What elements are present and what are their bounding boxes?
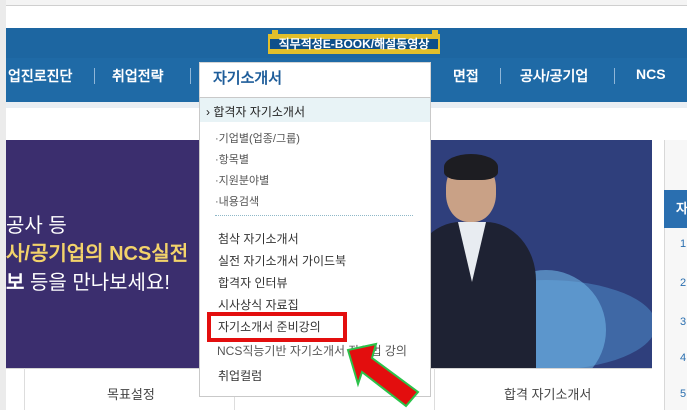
tab-goal-setting[interactable]: 목표설정 — [107, 384, 155, 403]
highlight-box — [207, 312, 347, 342]
hero-text-line2: 사/공기업의 NCS실전 — [6, 243, 189, 265]
hero-text-line1: 공사 등 — [6, 215, 67, 237]
nav-item-career-diagnosis[interactable]: 업진로진단 — [8, 66, 72, 86]
nav-item-public-corp[interactable]: 공사/공기업 — [520, 66, 588, 86]
dropdown-subitem-search[interactable]: ·내용검색 — [215, 193, 259, 209]
dropdown-item-job-column[interactable]: 취업컬럼 — [218, 367, 262, 384]
nav-item-job-strategy[interactable]: 취업전략 — [112, 66, 164, 86]
hero-text-rest: 등을 만나보세요! — [24, 272, 170, 294]
tab-pass-cover-letter[interactable]: 합격 자기소개서 — [504, 384, 591, 403]
dropdown-divider — [215, 215, 413, 216]
side-rank-number: 3 — [680, 316, 687, 328]
businessman-hair — [444, 154, 498, 180]
nav-divider — [500, 68, 501, 84]
promo-banner-label: 직무적성E-BOOK/해설동영상 — [278, 37, 430, 51]
dropdown-subitem-by-company[interactable]: ·기업별(업종/그룹) — [215, 130, 300, 146]
dropdown-item-current-affairs[interactable]: 시사상식 자료집 — [218, 296, 299, 313]
side-rank-number: 5 — [680, 388, 687, 400]
promo-banner[interactable]: 직무적성E-BOOK/해설동영상 — [268, 34, 440, 54]
red-arrow-icon — [346, 342, 420, 408]
dropdown-item-edited-cover-letters[interactable]: 첨삭 자기소개서 — [218, 230, 299, 247]
nav-item-ncs[interactable]: NCS — [636, 66, 666, 82]
dropdown-title[interactable]: 자기소개서 — [213, 67, 282, 88]
side-rank-number: 1 — [680, 238, 687, 250]
side-panel — [664, 140, 687, 410]
nav-divider — [94, 68, 95, 84]
nav-divider — [614, 68, 615, 84]
nav-item-interview[interactable]: 면접 — [453, 66, 479, 86]
dropdown-subitem-by-question[interactable]: ·항목별 — [215, 151, 249, 167]
hero-text-line3: 보 등을 만나보세요! — [6, 266, 170, 295]
dropdown-item-interviews[interactable]: 합격자 인터뷰 — [218, 274, 288, 291]
dropdown-item-guidebook[interactable]: 실전 자기소개서 가이드북 — [218, 252, 346, 269]
hero-text-bold: 보 — [6, 272, 25, 294]
nav-divider — [190, 68, 191, 84]
side-panel-header[interactable]: 자 — [664, 190, 687, 228]
top-strip — [6, 6, 687, 28]
side-rank-number: 2 — [680, 277, 687, 289]
side-rank-number: 4 — [680, 352, 687, 364]
dropdown-item-pass-label: › 합격자 자기소개서 — [206, 105, 305, 119]
dropdown-subitem-by-field[interactable]: ·지원분야별 — [215, 172, 269, 188]
tab-divider — [434, 368, 435, 410]
tab-divider — [24, 368, 25, 410]
